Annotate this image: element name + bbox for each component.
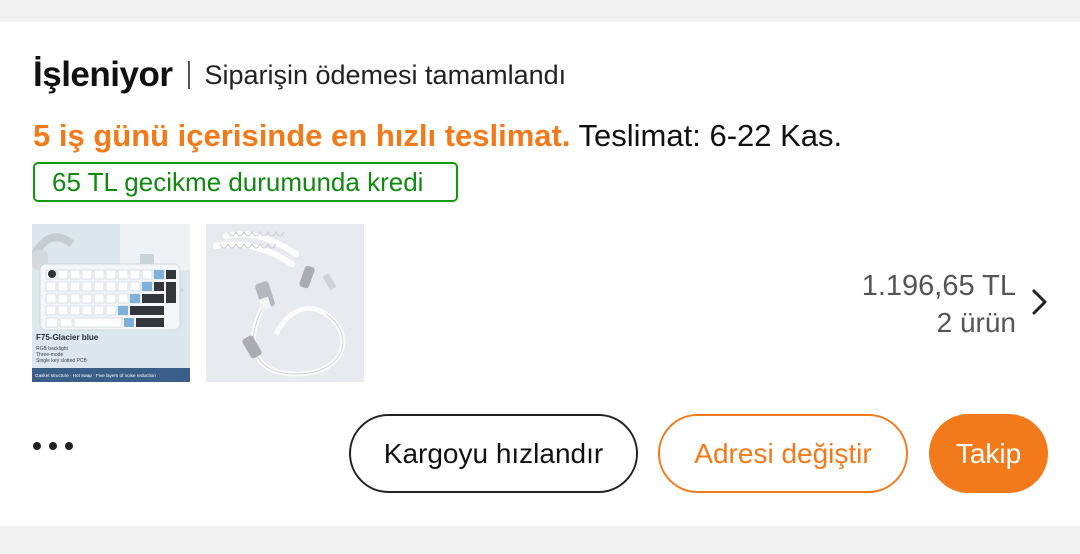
- dot: [49, 442, 57, 450]
- keyboard-thumbnail[interactable]: F75-Glacier blue RGB backlight Three-mod…: [32, 224, 190, 382]
- order-total: 1.196,65 TL: [861, 270, 1016, 302]
- change-address-button[interactable]: Adresi değiştir: [658, 414, 908, 493]
- chevron-right-icon[interactable]: [1030, 287, 1050, 317]
- delivery-date: Teslimat: 6-22 Kas.: [578, 118, 843, 153]
- cable-image: [206, 224, 364, 382]
- svg-text:F75-Glacier blue: F75-Glacier blue: [36, 333, 99, 342]
- order-card[interactable]: İşleniyor Siparişin ödemesi tamamlandı 5…: [0, 22, 1080, 526]
- svg-text:Single key slotted PCB: Single key slotted PCB: [36, 358, 88, 364]
- delivery-info: 5 iş günü içerisinde en hızlı teslimat. …: [33, 118, 842, 154]
- order-summary[interactable]: 1.196,65 TL 2 ürün: [862, 270, 1016, 339]
- svg-text:Gasket structure · Hot swap ·: Gasket structure · Hot swap · Five layer…: [35, 373, 156, 378]
- status-description: Siparişin ödemesi tamamlandı: [204, 59, 567, 90]
- keyboard-image: F75-Glacier blue RGB backlight Three-mod…: [32, 224, 190, 382]
- status-divider: [188, 61, 191, 89]
- dot: [33, 442, 41, 450]
- dot: [65, 442, 73, 450]
- delay-credit-badge: 65 TL gecikme durumunda kredi: [33, 162, 459, 202]
- more-dots-icon[interactable]: [33, 442, 73, 450]
- speed-up-shipping-button[interactable]: Kargoyu hızlandır: [349, 414, 638, 493]
- status-row: İşleniyor Siparişin ödemesi tamamlandı: [33, 55, 566, 95]
- fast-delivery-text: 5 iş günü içerisinde en hızlı teslimat.: [33, 118, 571, 153]
- coiled-cable-thumbnail[interactable]: [206, 224, 364, 382]
- item-count: 2 ürün: [936, 307, 1016, 338]
- track-button[interactable]: Takip: [929, 414, 1048, 493]
- order-status: İşleniyor: [33, 55, 173, 94]
